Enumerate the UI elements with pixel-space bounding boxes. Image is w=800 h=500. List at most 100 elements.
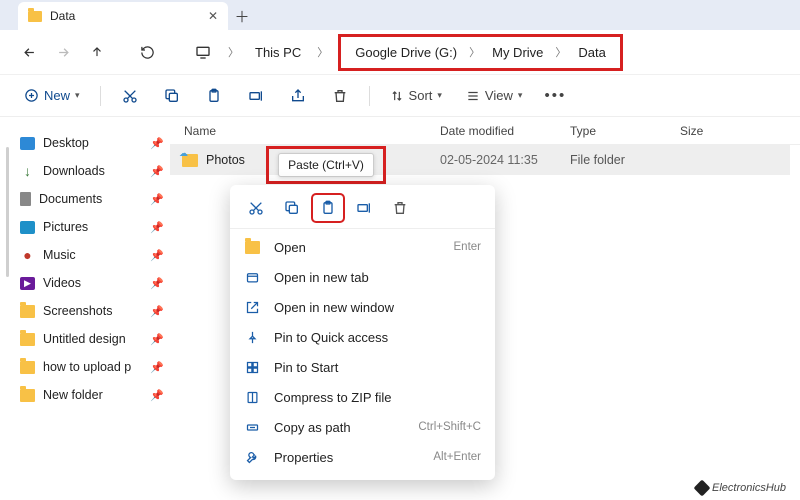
ctx-label: Open in new tab xyxy=(274,270,369,285)
ctx-open-window[interactable]: Open in new window xyxy=(230,292,495,322)
separator xyxy=(369,86,370,106)
breadcrumb-data[interactable]: Data xyxy=(572,41,611,64)
tab-title: Data xyxy=(50,9,75,23)
download-icon: ↓ xyxy=(20,165,35,178)
new-button[interactable]: New ▾ xyxy=(16,81,88,111)
cut-button[interactable] xyxy=(113,81,147,111)
new-label: New xyxy=(44,88,70,103)
pin-icon xyxy=(244,330,260,345)
ctx-compress[interactable]: Compress to ZIP file xyxy=(230,382,495,412)
sidebar-item-howto[interactable]: how to upload p📌 xyxy=(20,353,170,381)
refresh-button[interactable] xyxy=(132,37,162,67)
forward-button[interactable] xyxy=(48,37,78,67)
desktop-icon xyxy=(20,137,35,150)
separator xyxy=(100,86,101,106)
pin-icon: 📌 xyxy=(150,137,164,150)
breadcrumb-drive[interactable]: Google Drive (G:) xyxy=(349,41,463,64)
ctx-label: Copy as path xyxy=(274,420,351,435)
sidebar-item-videos[interactable]: ▶ Videos 📌 xyxy=(20,269,170,297)
sidebar-item-label: Untitled design xyxy=(43,332,126,346)
highlight-breadcrumb: Google Drive (G:) 〉 My Drive 〉 Data xyxy=(338,34,623,71)
zip-icon xyxy=(244,390,260,405)
sidebar-item-label: Videos xyxy=(43,276,81,290)
chevron-right-icon: 〉 xyxy=(463,44,486,60)
sidebar-item-music[interactable]: ●Music📌 xyxy=(20,241,170,269)
path-icon xyxy=(244,420,260,435)
pin-icon: 📌 xyxy=(150,277,164,290)
scrollbar[interactable] xyxy=(6,147,9,277)
paste-button[interactable] xyxy=(197,81,231,111)
breadcrumb-mydrive[interactable]: My Drive xyxy=(486,41,549,64)
folder-icon xyxy=(20,305,35,318)
ctx-label: Pin to Quick access xyxy=(274,330,388,345)
sort-button[interactable]: Sort ▾ xyxy=(382,81,450,111)
breadcrumb-root[interactable]: This PC xyxy=(249,41,307,64)
col-name[interactable]: Name xyxy=(170,124,440,138)
delete-button[interactable] xyxy=(323,81,357,111)
shortcut: Enter xyxy=(454,241,482,253)
ctx-cut-button[interactable] xyxy=(240,194,272,222)
file-date: 02-05-2024 11:35 xyxy=(440,153,570,167)
sidebar: Desktop📌 ↓Downloads📌 Documents📌 Pictures… xyxy=(0,117,170,500)
close-tab-icon[interactable]: ✕ xyxy=(208,9,218,23)
sidebar-item-downloads[interactable]: ↓Downloads📌 xyxy=(20,157,170,185)
col-date[interactable]: Date modified xyxy=(440,124,570,138)
ctx-pin-quickaccess[interactable]: Pin to Quick access xyxy=(230,322,495,352)
ctx-pin-start[interactable]: Pin to Start xyxy=(230,352,495,382)
ctx-copy-path[interactable]: Copy as path Ctrl+Shift+C xyxy=(230,412,495,442)
toolbar: New ▾ Sort ▾ View ▾ ••• xyxy=(0,75,800,117)
separator xyxy=(230,228,495,229)
up-button[interactable] xyxy=(82,37,112,67)
pin-icon: 📌 xyxy=(150,249,164,262)
pin-icon: 📌 xyxy=(150,389,164,402)
chevron-down-icon: ▾ xyxy=(75,90,80,101)
chevron-right-icon: 〉 xyxy=(549,44,572,60)
pin-icon: 📌 xyxy=(150,221,164,234)
new-tab-button[interactable]: ＋ xyxy=(228,2,256,30)
pictures-icon xyxy=(20,221,35,234)
ctx-properties[interactable]: PropertiesAlt+Enter xyxy=(230,442,495,472)
pc-icon[interactable] xyxy=(188,37,218,67)
folder-icon xyxy=(28,11,42,22)
chevron-down-icon: ▾ xyxy=(518,90,523,101)
context-menu: OpenEnter Open in new tab Open in new wi… xyxy=(230,185,495,480)
sidebar-item-pictures[interactable]: Pictures 📌 xyxy=(20,213,170,241)
ctx-paste-button[interactable] xyxy=(312,194,344,222)
sidebar-item-documents[interactable]: Documents📌 xyxy=(20,185,170,213)
file-type: File folder xyxy=(570,153,680,167)
ctx-label: Compress to ZIP file xyxy=(274,390,392,405)
rename-button[interactable] xyxy=(239,81,273,111)
ctx-open-tab[interactable]: Open in new tab xyxy=(230,262,495,292)
window-tab[interactable]: Data ✕ xyxy=(18,2,228,30)
copy-button[interactable] xyxy=(155,81,189,111)
ctx-label: Pin to Start xyxy=(274,360,338,375)
col-type[interactable]: Type xyxy=(570,124,680,138)
share-button[interactable] xyxy=(281,81,315,111)
ctx-copy-button[interactable] xyxy=(276,194,308,222)
more-button[interactable]: ••• xyxy=(538,81,572,111)
sidebar-item-newfolder[interactable]: New folder📌 xyxy=(20,381,170,409)
videos-icon: ▶ xyxy=(20,277,35,290)
view-button[interactable]: View ▾ xyxy=(458,81,530,111)
view-label: View xyxy=(485,88,513,103)
sidebar-item-label: Screenshots xyxy=(43,304,112,318)
sidebar-item-untitled[interactable]: Untitled design 📌 xyxy=(20,325,170,353)
watermark: ElectronicsHub xyxy=(696,482,786,494)
ctx-open[interactable]: OpenEnter xyxy=(230,232,495,262)
col-size[interactable]: Size xyxy=(680,124,800,138)
shortcut: Ctrl+Shift+C xyxy=(418,421,481,433)
sidebar-item-screenshots[interactable]: Screenshots📌 xyxy=(20,297,170,325)
back-button[interactable] xyxy=(14,37,44,67)
logo-icon xyxy=(694,480,711,497)
shortcut: Alt+Enter xyxy=(433,451,481,463)
sidebar-item-desktop[interactable]: Desktop📌 xyxy=(20,129,170,157)
nav-bar: 〉 This PC 〉 Google Drive (G:) 〉 My Drive… xyxy=(0,30,800,75)
ctx-label: Open in new window xyxy=(274,300,394,315)
file-row-photos[interactable]: Photos 02-05-2024 11:35 File folder xyxy=(170,145,790,175)
tab-bar: Data ✕ ＋ xyxy=(0,0,800,30)
ctx-delete-button[interactable] xyxy=(384,194,416,222)
start-icon xyxy=(244,360,260,375)
pin-icon: 📌 xyxy=(150,333,164,346)
ctx-rename-button[interactable] xyxy=(348,194,380,222)
sidebar-item-label: Pictures xyxy=(43,220,88,234)
